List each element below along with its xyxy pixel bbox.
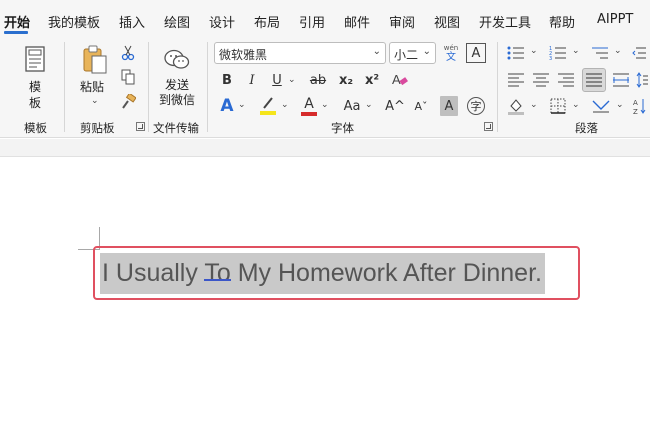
tab-insert[interactable]: 插入: [119, 12, 145, 31]
ribbon: 模板 模板 粘贴 ⌄ 剪贴板 发送 到微信 文件传输 微软雅黑 ⌄ 小二 ⌄ w…: [0, 36, 650, 138]
font-size-combobox[interactable]: 小二 ⌄: [389, 42, 436, 64]
font-color-dropdown-icon[interactable]: ⌄: [321, 100, 329, 110]
chevron-down-icon[interactable]: ⌄: [373, 46, 381, 57]
align-left-icon[interactable]: [505, 69, 527, 91]
template-group-label: 模板: [24, 121, 47, 135]
change-case-dropdown-icon[interactable]: ⌄: [365, 100, 373, 110]
clipboard-group-label: 剪贴板: [80, 121, 115, 135]
template-icon[interactable]: [20, 44, 50, 74]
text-effects-button[interactable]: A: [217, 94, 237, 118]
group-separator: [148, 42, 149, 132]
underline-dropdown-icon[interactable]: ⌄: [288, 75, 296, 85]
svg-text:3: 3: [549, 56, 552, 61]
character-shading-button[interactable]: A: [440, 96, 458, 116]
bold-button[interactable]: B: [217, 69, 237, 91]
justify-icon[interactable]: [582, 68, 606, 92]
grow-font-button[interactable]: A^: [384, 95, 406, 117]
underline-button[interactable]: U: [267, 69, 287, 91]
borders-icon[interactable]: [547, 95, 569, 117]
shading-icon[interactable]: [505, 95, 527, 117]
bullets-dropdown-icon[interactable]: ⌄: [530, 46, 538, 56]
borders-dropdown-icon[interactable]: ⌄: [572, 100, 580, 110]
svg-text:A: A: [633, 99, 638, 107]
wechat-icon[interactable]: [163, 47, 191, 73]
font-color-swatch: [301, 112, 317, 116]
numbering-icon[interactable]: 123: [547, 42, 569, 64]
tab-mailings[interactable]: 邮件: [344, 12, 370, 31]
group-separator: [497, 42, 498, 132]
active-tab-indicator: [4, 31, 28, 34]
clear-formatting-icon[interactable]: A: [390, 69, 410, 91]
align-center-icon[interactable]: [530, 69, 552, 91]
tab-design[interactable]: 设计: [209, 12, 235, 31]
sort-icon[interactable]: AZ: [633, 95, 650, 117]
font-color-button[interactable]: A: [298, 94, 320, 118]
highlight-color-dropdown-icon[interactable]: ⌄: [281, 100, 289, 110]
text-effects-dropdown-icon[interactable]: ⌄: [238, 100, 246, 110]
tab-home[interactable]: 开始: [4, 12, 30, 31]
chevron-down-icon[interactable]: ⌄: [423, 46, 431, 57]
paste-icon[interactable]: [79, 44, 111, 76]
font-size-value: 小二: [394, 48, 419, 62]
multilevel-list-dropdown-icon[interactable]: ⌄: [614, 46, 622, 56]
clipboard-dialog-launcher-icon[interactable]: [136, 122, 145, 131]
highlight-color-swatch: [260, 111, 276, 115]
chinese-layout-dropdown-icon[interactable]: ⌄: [616, 100, 624, 110]
tab-developer[interactable]: 开发工具: [479, 12, 531, 31]
ribbon-tab-bar: 开始 我的模板 插入 绘图 设计 布局 引用 邮件 审阅 视图 开发工具 帮助 …: [0, 0, 650, 36]
tab-draw[interactable]: 绘图: [164, 12, 190, 31]
tab-view[interactable]: 视图: [434, 12, 460, 31]
highlight-color-icon[interactable]: [257, 94, 279, 118]
svg-text:A: A: [392, 72, 401, 87]
tab-aippt[interactable]: AIPPT: [597, 12, 633, 27]
font-name-combobox[interactable]: 微软雅黑 ⌄: [214, 42, 386, 64]
tab-review[interactable]: 审阅: [389, 12, 415, 31]
phonetic-guide-button[interactable]: wén 文: [441, 42, 461, 64]
shrink-font-button[interactable]: Aˇ: [410, 95, 432, 117]
send-to-wechat-label-line2[interactable]: 到微信: [159, 93, 195, 108]
tab-my-templates[interactable]: 我的模板: [48, 12, 100, 31]
font-color-glyph: A: [304, 96, 314, 112]
font-name-value: 微软雅黑: [219, 48, 268, 62]
character-border-button[interactable]: A: [466, 43, 486, 63]
file-transfer-group-label: 文件传输: [153, 121, 199, 135]
template-button-label[interactable]: 模板: [27, 79, 43, 111]
decrease-indent-icon[interactable]: [632, 42, 650, 64]
enclose-characters-button[interactable]: 字: [465, 95, 487, 117]
group-separator: [207, 42, 208, 132]
tab-references[interactable]: 引用: [299, 12, 325, 31]
tab-help[interactable]: 帮助: [549, 12, 575, 31]
font-group-label: 字体: [331, 121, 354, 135]
phonetic-guide-bottom: 文: [446, 52, 456, 63]
tab-layout[interactable]: 布局: [254, 12, 280, 31]
document-canvas-margin: [0, 139, 650, 157]
cut-icon[interactable]: [119, 44, 137, 62]
change-case-button[interactable]: Aa: [340, 95, 364, 117]
format-painter-icon[interactable]: [119, 93, 137, 111]
superscript-button[interactable]: x²: [362, 69, 382, 91]
paste-label[interactable]: 粘贴: [80, 80, 104, 95]
paste-dropdown-icon[interactable]: ⌄: [91, 96, 99, 106]
multilevel-list-icon[interactable]: [589, 42, 611, 64]
align-right-icon[interactable]: [555, 69, 577, 91]
line-spacing-icon[interactable]: [636, 69, 650, 91]
italic-button[interactable]: I: [242, 69, 262, 91]
bullets-icon[interactable]: [505, 42, 527, 64]
enclose-characters-glyph: 字: [467, 97, 485, 115]
shading-dropdown-icon[interactable]: ⌄: [530, 100, 538, 110]
paragraph-group-label: 段落: [575, 121, 598, 135]
numbering-dropdown-icon[interactable]: ⌄: [572, 46, 580, 56]
font-dialog-launcher-icon[interactable]: [484, 122, 493, 131]
strikethrough-button[interactable]: ab: [306, 69, 330, 91]
group-separator: [64, 42, 65, 132]
review-highlight-box: [93, 246, 580, 300]
copy-icon[interactable]: [119, 68, 137, 86]
send-to-wechat-label-line1[interactable]: 发送: [165, 78, 189, 93]
distributed-align-icon[interactable]: [610, 69, 632, 91]
subscript-button[interactable]: x₂: [336, 69, 356, 91]
chinese-layout-icon[interactable]: [589, 95, 613, 117]
svg-text:Z: Z: [633, 108, 638, 115]
